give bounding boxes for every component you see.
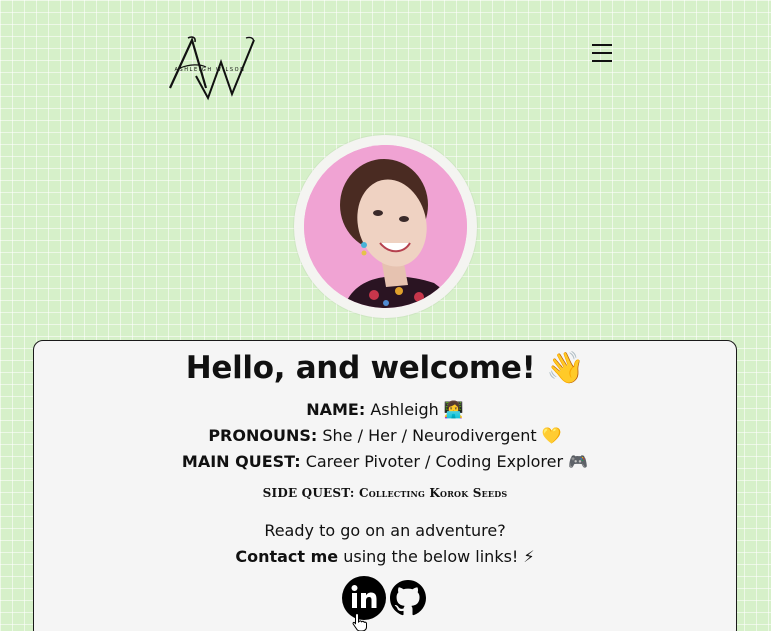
contact-label: Contact me <box>235 547 339 566</box>
contact-text: using the below links! ⚡ <box>343 547 535 566</box>
name-value: Ashleigh 👩‍💻 <box>370 400 464 419</box>
menu-bar-top <box>592 44 612 46</box>
welcome-card: Hello, and welcome! 👋 NAME: Ashleigh 👩‍💻… <box>33 340 737 631</box>
ready-text: Ready to go on an adventure? <box>264 521 506 540</box>
menu-bar-bottom <box>592 60 612 62</box>
main-quest-label: MAIN QUEST: <box>181 452 301 471</box>
site-logo[interactable]: ASHLEIGH WILSON <box>166 34 258 102</box>
menu-bar-middle <box>592 52 612 54</box>
github-icon[interactable] <box>390 580 426 616</box>
avatar <box>304 145 467 308</box>
main-quest-row: MAIN QUEST: Career Pivoter / Coding Expl… <box>34 452 736 471</box>
linkedin-glyph <box>351 585 377 608</box>
main-quest-value: Career Pivoter / Coding Explorer 🎮 <box>305 452 589 471</box>
hamburger-menu-icon[interactable] <box>589 41 615 65</box>
logo-subtitle: ASHLEIGH WILSON <box>174 67 246 73</box>
side-quest-label: SIDE QUEST: <box>262 486 355 500</box>
social-links <box>342 576 432 622</box>
avatar-portrait-icon <box>304 145 467 308</box>
name-row: NAME: Ashleigh 👩‍💻 <box>34 400 736 419</box>
github-glyph <box>390 580 426 616</box>
pronouns-value: She / Her / Neurodivergent 💛 <box>322 426 562 445</box>
pronouns-row: PRONOUNS: She / Her / Neurodivergent 💛 <box>34 426 736 445</box>
avatar-frame <box>294 135 477 318</box>
pronouns-label: PRONOUNS: <box>208 426 318 445</box>
side-quest-row: SIDE QUEST: Collecting Korok Seeds <box>34 486 736 500</box>
contact-row: Contact me using the below links! ⚡ <box>34 547 736 566</box>
name-label: NAME: <box>306 400 366 419</box>
side-quest-value: Collecting Korok Seeds <box>358 486 508 500</box>
page-title: Hello, and welcome! 👋 <box>185 350 585 386</box>
linkedin-icon[interactable] <box>342 576 386 620</box>
